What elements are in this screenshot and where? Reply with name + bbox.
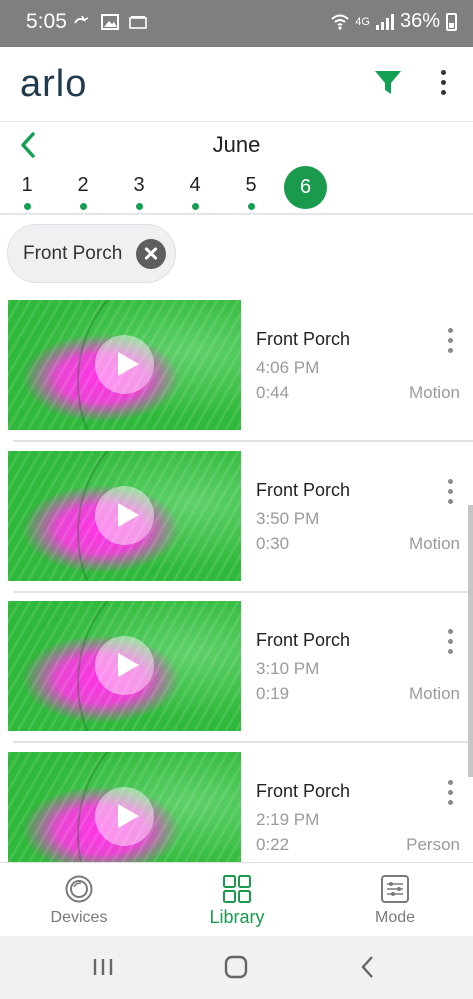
system-nav-bar <box>0 936 473 999</box>
recording-dot <box>79 203 87 210</box>
calendar-day-1[interactable]: 1 <box>15 174 39 210</box>
recording-camera: Front Porch <box>256 630 351 650</box>
day-label: 4 <box>189 174 201 196</box>
play-icon[interactable] <box>95 335 154 394</box>
battery-percent: 36% <box>399 10 440 32</box>
day-label: 3 <box>133 174 145 196</box>
chip-label: Front Porch <box>23 243 123 264</box>
day-label: 5 <box>245 174 257 196</box>
recording-camera: Front Porch <box>256 781 351 801</box>
play-icon[interactable] <box>95 486 154 545</box>
back-icon[interactable] <box>352 952 386 982</box>
nav-label: Devices <box>50 909 108 926</box>
more-vert-icon[interactable] <box>438 325 462 355</box>
recording-time: 3:10 PM <box>256 659 320 678</box>
nav-label: Mode <box>374 909 416 926</box>
nav-devices[interactable]: Devices <box>0 863 158 937</box>
close-icon[interactable] <box>136 239 166 269</box>
video-thumbnail[interactable] <box>8 601 241 731</box>
recording-trigger-type: Motion <box>408 684 460 703</box>
more-vert-icon[interactable] <box>438 476 462 506</box>
more-vert-icon[interactable] <box>438 777 462 807</box>
calendar-strip: June 1 2 3 4 5 6 <box>0 122 473 215</box>
arlo-logo: arlo <box>20 63 88 105</box>
network-type: 4G <box>355 15 370 28</box>
recording-time: 3:50 PM <box>256 509 320 528</box>
recording-dot <box>23 203 31 210</box>
app-header: arlo <box>0 47 473 122</box>
recording-duration: 0:30 <box>256 534 290 553</box>
recording-trigger-type: Person <box>406 835 460 854</box>
home-icon[interactable] <box>219 952 253 982</box>
play-icon[interactable] <box>95 787 154 846</box>
scrollbar[interactable] <box>468 505 473 777</box>
library-icon <box>223 875 251 903</box>
image-icon <box>101 14 119 30</box>
recording-dot <box>191 203 199 210</box>
video-thumbnail[interactable] <box>8 300 241 430</box>
recording-item[interactable]: Front Porch 4:06 PM 0:44 Motion <box>0 292 473 442</box>
calendar-day-4[interactable]: 4 <box>183 174 207 210</box>
camera-filter-chip[interactable]: Front Porch <box>7 224 176 283</box>
day-label: 2 <box>77 174 89 196</box>
recording-dot <box>135 203 143 210</box>
status-bar: 5:05 4G 36% <box>0 0 473 47</box>
recording-time: 4:06 PM <box>256 358 320 377</box>
mode-icon <box>381 875 409 903</box>
recording-item[interactable]: Front Porch 3:10 PM 0:19 Motion <box>0 593 473 743</box>
signal-icon <box>375 13 394 30</box>
nav-library[interactable]: Library <box>158 863 316 937</box>
recording-trigger-type: Motion <box>408 383 460 402</box>
filter-icon[interactable] <box>373 67 403 97</box>
recording-dot <box>247 203 255 210</box>
calendar-day-3[interactable]: 3 <box>127 174 151 210</box>
more-vert-icon[interactable] <box>438 626 462 656</box>
nav-mode[interactable]: Mode <box>316 863 473 937</box>
recording-item[interactable]: Front Porch 2:19 PM 0:22 Person <box>0 744 473 862</box>
recording-item[interactable]: Front Porch 3:50 PM 0:30 Motion <box>0 443 473 593</box>
recording-camera: Front Porch <box>256 480 351 500</box>
battery-icon <box>446 12 457 31</box>
bottom-nav: Devices Library Mode <box>0 862 473 936</box>
video-thumbnail[interactable] <box>8 752 241 862</box>
calendar-day-5[interactable]: 5 <box>239 174 263 210</box>
recording-camera: Front Porch <box>256 329 351 349</box>
nav-label: Library <box>209 907 265 927</box>
divider <box>13 440 473 442</box>
status-time: 5:05 <box>26 10 67 33</box>
recording-duration: 0:19 <box>256 684 290 703</box>
day-label: 1 <box>21 174 33 196</box>
recording-duration: 0:22 <box>256 835 290 854</box>
divider <box>13 741 473 743</box>
play-icon[interactable] <box>95 636 154 695</box>
store-icon <box>129 16 147 29</box>
video-thumbnail[interactable] <box>8 451 241 581</box>
recording-time: 2:19 PM <box>256 810 320 829</box>
status-right: 4G 36% <box>331 10 457 33</box>
more-menu-icon[interactable] <box>431 67 455 97</box>
recording-list: Front Porch 4:06 PM 0:44 Motion Front Po… <box>0 292 473 862</box>
calendar-day-2[interactable]: 2 <box>71 174 95 210</box>
sync-icon <box>74 15 89 24</box>
devices-icon <box>65 875 93 903</box>
month-title: June <box>212 132 261 157</box>
calendar-day-selected[interactable]: 6 <box>284 166 327 209</box>
notification-icons <box>73 14 147 30</box>
recording-trigger-type: Motion <box>408 534 460 553</box>
wifi-icon <box>331 14 349 30</box>
recording-duration: 0:44 <box>256 383 290 402</box>
recent-apps-icon[interactable] <box>86 952 120 982</box>
